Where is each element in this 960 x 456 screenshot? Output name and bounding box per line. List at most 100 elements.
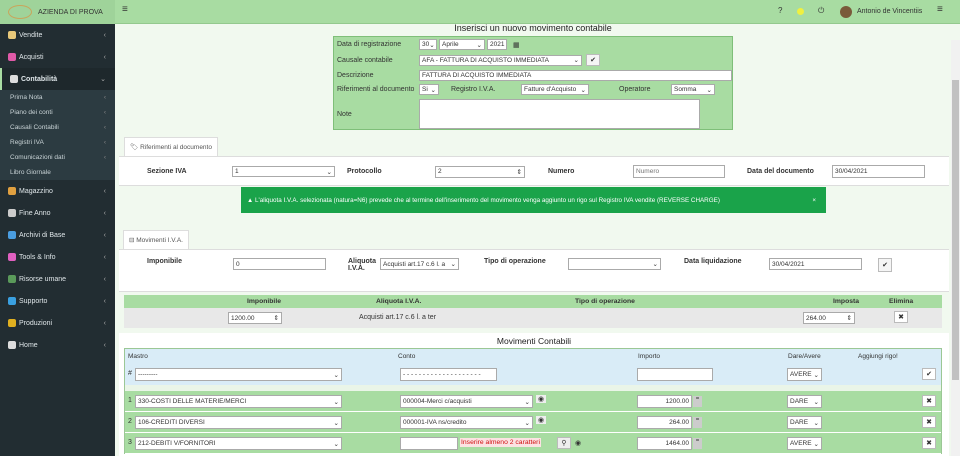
- table-row: 1200.00 ⇕ Acquisti art.17 c.6 l. a ter 26…: [124, 308, 942, 328]
- value: DARE: [790, 419, 809, 426]
- label: Fine Anno: [19, 209, 51, 217]
- mastro-select[interactable]: 212-DEBITI V/FORNITORI ⌄: [135, 437, 342, 450]
- importo-input[interactable]: [637, 368, 713, 381]
- confirm-causale-button[interactable]: ✔: [586, 54, 600, 66]
- mastro-select[interactable]: 106-CREDITI DIVERSI ⌄: [135, 416, 342, 429]
- help-icon[interactable]: ?: [778, 6, 782, 15]
- label: Produzioni: [19, 319, 53, 327]
- dare-avere-select[interactable]: AVERE ⌄: [787, 368, 822, 381]
- row-number: 3: [128, 439, 132, 446]
- avatar[interactable]: [840, 6, 852, 18]
- imponibile-row-input[interactable]: 1200.00 ⇕: [228, 312, 282, 324]
- aliquota-select[interactable]: Acquisti art.17 c.6 l. a ⌄: [380, 258, 459, 270]
- importo-input[interactable]: 264.00: [637, 416, 692, 429]
- star-icon[interactable]: [797, 8, 804, 15]
- imposta-row-input[interactable]: 264.00 ⇕: [803, 312, 855, 324]
- protocollo-label: Protocollo: [347, 168, 382, 175]
- value: Si: [422, 86, 428, 93]
- day-select[interactable]: 30 ⌄: [419, 39, 437, 50]
- equals-button[interactable]: =: [693, 438, 702, 449]
- add-iva-button[interactable]: ✔: [878, 258, 892, 272]
- numero-input[interactable]: [633, 165, 725, 178]
- sidebar: Vendite ‹ Acquisti ‹ Contabilità ⌄ Prima No…: [0, 24, 115, 456]
- delete-row-button[interactable]: ✖: [922, 416, 936, 428]
- sidebar-item-tools-info[interactable]: Tools & Info ‹: [0, 246, 115, 268]
- label: Contabilità: [21, 75, 58, 83]
- sidebar-sub-piano-conti[interactable]: Piano dei conti ‹: [0, 105, 115, 120]
- value: DARE: [790, 398, 809, 405]
- data-liquidazione-input[interactable]: 30/04/2021: [769, 258, 862, 270]
- delete-row-button[interactable]: ✖: [922, 395, 936, 407]
- eye-icon[interactable]: ◉: [575, 439, 581, 447]
- sidebar-item-contabilita[interactable]: Contabilità ⌄: [0, 68, 115, 90]
- movement-form: Data di registrazione 30 ⌄ Aprile ⌄ 2021 ▦…: [333, 36, 733, 130]
- calendar-icon[interactable]: ▦: [513, 41, 520, 49]
- sidebar-item-archivi-di-base[interactable]: Archivi di Base ‹: [0, 224, 115, 246]
- sidebar-sub-registri-iva[interactable]: Registri IVA ‹: [0, 135, 115, 150]
- value: 1200.00: [231, 314, 255, 322]
- value: 264.00: [669, 419, 689, 426]
- year-input[interactable]: 2021: [487, 39, 507, 50]
- add-row-button[interactable]: ✔: [922, 368, 936, 380]
- conto-select[interactable]: 000004-Merci c/acquisti ⌄: [400, 395, 533, 408]
- delete-iva-row-button[interactable]: ✖: [894, 311, 908, 323]
- sidebar-sub-causali[interactable]: Causali Contabili ‹: [0, 120, 115, 135]
- sezione-select[interactable]: 1 ⌄: [232, 166, 335, 177]
- sidebar-item-home[interactable]: Home ‹: [0, 334, 115, 356]
- value: 106-CREDITI DIVERSI: [138, 419, 205, 426]
- conto-search-input[interactable]: [400, 437, 458, 450]
- delete-row-button[interactable]: ✖: [922, 437, 936, 449]
- sidebar-item-produzioni[interactable]: Produzioni ‹: [0, 312, 115, 334]
- importo-input[interactable]: 1200.00: [637, 395, 692, 408]
- conto-select[interactable]: 000001-IVA ns/credito ⌄: [400, 416, 533, 429]
- registro-select[interactable]: Fatture d'Acquisto ⌄: [521, 84, 589, 95]
- dare-avere-select[interactable]: AVERE ⌄: [787, 437, 822, 450]
- mastro-select[interactable]: 330-COSTI DELLE MATERIE/MERCI ⌄: [135, 395, 342, 408]
- table-row: 3 212-DEBITI V/FORNITORI ⌄ Inserire almen…: [125, 433, 941, 454]
- eye-icon[interactable]: ◉: [536, 416, 547, 424]
- equals-button[interactable]: =: [693, 396, 702, 407]
- protocollo-input[interactable]: 2 ⇕: [435, 165, 525, 178]
- settings-menu-icon[interactable]: ≡: [937, 4, 943, 15]
- mc-header: Mastro Conto Importo Dare/Avere Aggiungi rig…: [125, 349, 941, 365]
- row-number: 2: [128, 418, 132, 425]
- sidebar-item-fine-anno[interactable]: Fine Anno ‹: [0, 202, 115, 224]
- tipo-operazione-select[interactable]: ⌄: [568, 258, 661, 270]
- col-imposta: Imposta: [833, 298, 860, 305]
- equals-button[interactable]: =: [693, 417, 702, 428]
- sidebar-item-magazzino[interactable]: Magazzino ‹: [0, 180, 115, 202]
- power-icon[interactable]: ⏻: [818, 6, 824, 16]
- importo-input[interactable]: 1464.00: [637, 437, 692, 450]
- company-logo[interactable]: AZIENDA DI PROVA: [0, 0, 115, 24]
- value: 30/04/2021: [835, 168, 868, 175]
- tab-riferimenti[interactable]: 🏷 Riferimenti al documento: [124, 137, 218, 156]
- sidebar-item-vendite[interactable]: Vendite ‹: [0, 24, 115, 46]
- imponibile-input[interactable]: 0: [233, 258, 326, 270]
- causale-select[interactable]: AFA - FATTURA DI ACQUISTO IMMEDIATA ⌄: [419, 54, 582, 66]
- sidebar-sub-comunicazioni[interactable]: Comunicazioni dati ‹: [0, 150, 115, 165]
- sidebar-item-acquisti[interactable]: Acquisti ‹: [0, 46, 115, 68]
- eye-icon[interactable]: ◉: [536, 395, 547, 403]
- search-icon[interactable]: ⚲: [557, 437, 571, 449]
- tab-movimenti-iva[interactable]: ⊟ Movimenti I.V.A.: [123, 230, 189, 249]
- sidebar-item-risorse-umane[interactable]: Risorse umane ‹: [0, 268, 115, 290]
- month-select[interactable]: Aprile ⌄: [439, 39, 485, 50]
- conto-select[interactable]: - - - - - - - - - - - - - - - - - - - -: [400, 368, 497, 381]
- user-name[interactable]: Antonio de Vincentiis: [857, 8, 922, 15]
- dare-avere-select[interactable]: DARE ⌄: [787, 395, 822, 408]
- page-title: Inserisci un nuovo movimento contabile: [454, 23, 612, 33]
- riferimenti-select[interactable]: Si ⌄: [419, 84, 439, 95]
- menu-toggle-icon[interactable]: ≡: [122, 4, 128, 15]
- data-documento-input[interactable]: 30/04/2021: [832, 165, 925, 178]
- sidebar-sub-libro-giornale[interactable]: Libro Giornale: [0, 165, 115, 180]
- note-textarea[interactable]: [419, 99, 700, 129]
- sidebar-item-supporto[interactable]: Supporto ‹: [0, 290, 115, 312]
- dare-avere-select[interactable]: DARE ⌄: [787, 416, 822, 429]
- operatore-select[interactable]: Somma ⌄: [671, 84, 715, 95]
- close-icon[interactable]: ×: [812, 197, 816, 204]
- label: Riferimenti al documento: [140, 143, 212, 151]
- mastro-select[interactable]: --------- ⌄: [135, 368, 342, 381]
- sidebar-sub-prima-nota[interactable]: Prima Nota ‹: [0, 90, 115, 105]
- descrizione-input[interactable]: FATTURA DI ACQUISTO IMMEDIATA: [419, 70, 732, 81]
- scrollbar[interactable]: [951, 40, 960, 456]
